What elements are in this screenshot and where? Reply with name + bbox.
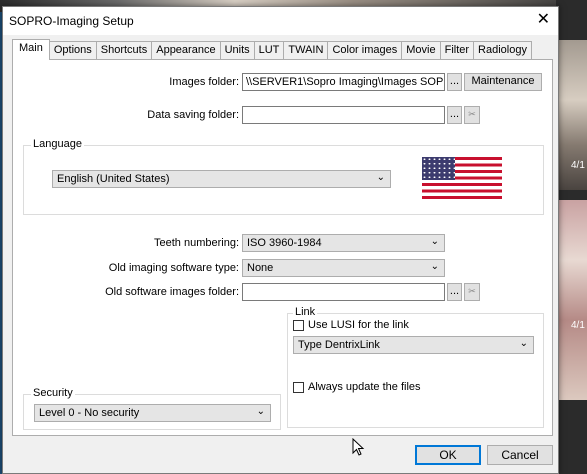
chevron-down-icon: ⌄: [256, 406, 265, 417]
images-folder-input[interactable]: \\SERVER1\Sopro Imaging\Images SOPRO-I: [242, 73, 445, 91]
language-select-value: English (United States): [57, 173, 170, 185]
background-photo-thumbnail: [557, 200, 587, 400]
tab-main[interactable]: Main: [12, 39, 50, 60]
tab-options[interactable]: Options: [48, 41, 97, 59]
maintenance-button[interactable]: Maintenance: [464, 73, 542, 91]
main-tab-panel: Images folder: \\SERVER1\Sopro Imaging\I…: [12, 59, 553, 436]
old-images-folder-clear-button[interactable]: ✂: [464, 283, 480, 301]
title-bar: SOPRO-Imaging Setup ✕: [3, 7, 558, 35]
ok-button[interactable]: OK: [415, 445, 481, 465]
images-folder-browse-button[interactable]: ...: [447, 73, 462, 91]
tab-radiology[interactable]: Radiology: [473, 41, 532, 59]
security-level-select[interactable]: Level 0 - No security ⌄: [34, 404, 271, 422]
data-saving-folder-label: Data saving folder:: [147, 109, 239, 121]
setup-dialog: SOPRO-Imaging Setup ✕ Main Options Short…: [2, 6, 559, 474]
background-date-label: 4/1: [571, 320, 585, 331]
us-flag-icon: [422, 157, 502, 199]
link-group-label: Link: [293, 306, 318, 318]
teeth-numbering-select[interactable]: ISO 3960-1984 ⌄: [242, 234, 445, 252]
window-title: SOPRO-Imaging Setup: [9, 14, 134, 28]
tab-appearance[interactable]: Appearance: [151, 41, 221, 59]
tab-strip: Main Options Shortcuts Appearance Units …: [12, 39, 532, 60]
cancel-button[interactable]: Cancel: [487, 445, 553, 465]
scissors-icon: ✂: [468, 286, 476, 296]
chevron-down-icon: ⌄: [430, 236, 439, 247]
data-saving-folder-input[interactable]: [242, 106, 445, 124]
mouse-cursor-icon: [352, 438, 365, 456]
always-update-checkbox[interactable]: [293, 382, 304, 393]
background-date-label: 4/1: [571, 160, 585, 171]
old-software-type-value: None: [247, 262, 274, 274]
tab-twain[interactable]: TWAIN: [283, 41, 329, 59]
use-lusi-label: Use LUSI for the link: [308, 319, 409, 331]
close-icon[interactable]: ✕: [537, 11, 550, 29]
teeth-numbering-label: Teeth numbering:: [154, 237, 239, 249]
tab-lut[interactable]: LUT: [253, 41, 285, 59]
images-folder-label: Images folder:: [169, 76, 239, 88]
link-type-value: Type DentrixLink: [298, 339, 380, 351]
old-images-folder-browse-button[interactable]: ...: [447, 283, 462, 301]
always-update-label: Always update the files: [308, 381, 421, 393]
tab-shortcuts[interactable]: Shortcuts: [95, 41, 153, 59]
use-lusi-checkbox[interactable]: [293, 320, 304, 331]
chevron-down-icon: ⌄: [376, 172, 385, 183]
old-images-folder-label: Old software images folder:: [105, 286, 239, 298]
language-group-label: Language: [31, 138, 84, 150]
teeth-numbering-value: ISO 3960-1984: [247, 237, 322, 249]
chevron-down-icon: ⌄: [519, 338, 528, 349]
old-images-folder-input[interactable]: [242, 283, 445, 301]
data-saving-folder-clear-button[interactable]: ✂: [464, 106, 480, 124]
old-software-type-label: Old imaging software type:: [108, 262, 239, 274]
tab-filter[interactable]: Filter: [439, 41, 475, 59]
tab-movie[interactable]: Movie: [401, 41, 441, 59]
tab-units[interactable]: Units: [219, 41, 255, 59]
tab-color-images[interactable]: Color images: [327, 41, 403, 59]
scissors-icon: ✂: [468, 109, 476, 119]
old-software-type-select[interactable]: None ⌄: [242, 259, 445, 277]
security-group-label: Security: [31, 387, 75, 399]
link-type-select[interactable]: Type DentrixLink ⌄: [293, 336, 534, 354]
language-select[interactable]: English (United States) ⌄: [52, 170, 391, 188]
chevron-down-icon: ⌄: [430, 261, 439, 272]
security-level-value: Level 0 - No security: [39, 407, 140, 419]
data-saving-folder-browse-button[interactable]: ...: [447, 106, 462, 124]
